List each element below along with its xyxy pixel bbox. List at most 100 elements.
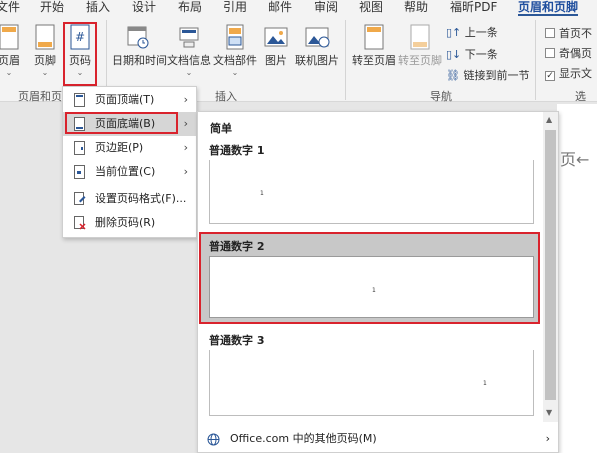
highlight-bottom-of-page [65, 112, 178, 134]
menu-item-format-page-numbers[interactable]: 设置页码格式(F)... [63, 187, 196, 211]
tab-layout[interactable]: 布局 [178, 0, 202, 14]
first-page-checkbox[interactable]: 首页不 [545, 25, 592, 41]
calendar-clock-icon [127, 26, 149, 49]
chevron-right-icon: › [183, 117, 188, 130]
show-doc-text-checkbox[interactable]: ✓ 显示文 [545, 65, 592, 81]
header-icon [0, 24, 19, 50]
goto-footer-label: 转至页脚 [398, 54, 442, 67]
online-picture-label: 联机图片 [295, 54, 339, 67]
footer-icon [35, 24, 55, 50]
chevron-right-icon: › [545, 432, 550, 445]
arrow-down-icon: ▯↓ [446, 48, 462, 61]
scroll-down-icon[interactable]: ▼ [546, 408, 552, 417]
checkbox-box [545, 48, 555, 58]
menu-item-label: 页边距(P) [95, 141, 144, 154]
gallery-item-plain-number-3[interactable]: 1 [209, 350, 534, 416]
show-doc-text-label: 显示文 [559, 67, 592, 80]
menu-item-remove-page-numbers[interactable]: 删除页码(R) [63, 211, 196, 235]
doc-info-label: 文档信息 [167, 54, 211, 67]
footer-label: 页脚 [34, 54, 56, 67]
page-margin-icon [74, 141, 85, 155]
menu-item-label: 页面顶端(T) [95, 93, 155, 106]
tab-foxit-pdf[interactable]: 福昕PDF [450, 0, 497, 14]
menu-item-page-margins[interactable]: 页边距(P) › [63, 136, 196, 160]
link-to-previous-button[interactable]: ⛓ 链接到前一节 [446, 67, 529, 83]
date-time-label: 日期和时间 [112, 54, 167, 67]
gallery-section-header: 简单 [210, 122, 232, 135]
page-number-preview: 1 [260, 190, 264, 197]
menu-item-label: 删除页码(R) [95, 216, 156, 229]
highlight-plain-number-2 [199, 232, 540, 324]
gallery-scrollbar[interactable]: ▲ ▼ [543, 112, 558, 422]
chevron-right-icon: › [183, 141, 188, 154]
first-page-label: 首页不 [559, 27, 592, 40]
picture-label: 图片 [265, 54, 287, 67]
chevron-down-icon: ⌄ [185, 68, 193, 77]
gallery-item-title: 普通数字 1 [209, 144, 265, 157]
online-picture-icon [305, 27, 330, 48]
goto-header-label: 转至页眉 [352, 54, 396, 67]
page-number-menu: 页面顶端(T) › 页面底端(B) › 页边距(P) › 当前位置(C) › 设置页码格… [62, 86, 197, 238]
date-time-button[interactable]: 日期和时间 [112, 24, 167, 68]
odd-even-label: 奇偶页 [559, 47, 592, 60]
header-label: 页眉 [0, 54, 20, 67]
menu-item-current-position[interactable]: 当前位置(C) › [63, 160, 196, 184]
arrow-up-icon: ▯↑ [446, 26, 462, 39]
next-label: 下一条 [464, 48, 498, 61]
goto-header-button[interactable]: 转至页眉 [352, 24, 396, 68]
next-button[interactable]: ▯↓ 下一条 [446, 46, 498, 62]
link-previous-label: 链接到前一节 [463, 69, 530, 82]
format-page-number-icon [74, 192, 86, 205]
gallery-item-title: 普通数字 3 [209, 334, 265, 347]
highlight-page-number [63, 22, 97, 86]
tab-insert[interactable]: 插入 [86, 0, 110, 14]
previous-button[interactable]: ▯↑ 上一条 [446, 24, 498, 40]
footer-button[interactable]: 页脚 ⌄ [30, 24, 60, 77]
tab-view[interactable]: 视图 [359, 0, 383, 14]
more-page-numbers-label: Office.com 中的其他页码(M) [230, 432, 377, 445]
tab-design[interactable]: 设计 [132, 0, 156, 14]
page-number-preview: 1 [483, 380, 487, 387]
goto-footer-icon [410, 24, 430, 50]
menu-item-top-of-page[interactable]: 页面顶端(T) › [63, 88, 196, 112]
tab-file[interactable]: 文件 [0, 0, 20, 14]
previous-label: 上一条 [464, 26, 498, 39]
menu-item-label: 设置页码格式(F)... [95, 192, 187, 205]
link-icon: ⛓ [446, 69, 460, 82]
page-top-icon [74, 93, 85, 107]
tab-references[interactable]: 引用 [223, 0, 247, 14]
page-footer-text: 页← [560, 150, 590, 169]
globe-icon [207, 433, 220, 446]
menu-item-label: 当前位置(C) [95, 165, 156, 178]
tab-review[interactable]: 审阅 [314, 0, 338, 14]
tab-home[interactable]: 开始 [40, 0, 64, 14]
doc-parts-icon [226, 24, 244, 50]
doc-info-icon [179, 27, 199, 48]
doc-parts-button[interactable]: 文档部件 ⌄ [212, 24, 258, 77]
odd-even-checkbox[interactable]: 奇偶页 [545, 45, 592, 61]
chevron-down-icon: ⌄ [5, 68, 13, 77]
gallery-item-plain-number-1[interactable]: 1 [209, 160, 534, 224]
goto-header-icon [364, 24, 384, 50]
current-position-icon [74, 165, 85, 179]
picture-icon [264, 27, 288, 47]
tab-mailings[interactable]: 邮件 [268, 0, 292, 14]
more-page-numbers-office-com[interactable]: Office.com 中的其他页码(M) › [198, 426, 558, 452]
goto-footer-button[interactable]: 转至页脚 [398, 24, 442, 68]
scroll-up-icon[interactable]: ▲ [546, 115, 552, 124]
scrollbar-thumb[interactable] [545, 130, 556, 400]
chevron-down-icon: ⌄ [41, 68, 49, 77]
checkbox-box [545, 28, 555, 38]
chevron-right-icon: › [183, 93, 188, 106]
chevron-right-icon: › [183, 165, 188, 178]
online-picture-button[interactable]: 联机图片 [294, 24, 340, 68]
tab-header-footer[interactable]: 页眉和页脚 [518, 0, 578, 14]
doc-info-button[interactable]: 文档信息 ⌄ [167, 24, 211, 77]
remove-page-number-icon [74, 216, 86, 230]
picture-button[interactable]: 图片 [261, 24, 291, 68]
doc-parts-label: 文档部件 [213, 54, 257, 67]
ribbon-tab-bar: 文件 开始 插入 设计 布局 引用 邮件 审阅 视图 帮助 福昕PDF 页眉和页… [0, 0, 597, 16]
check-mark-icon: ✓ [545, 71, 555, 81]
header-button[interactable]: 页眉 ⌄ [0, 24, 24, 77]
tab-help[interactable]: 帮助 [404, 0, 428, 14]
